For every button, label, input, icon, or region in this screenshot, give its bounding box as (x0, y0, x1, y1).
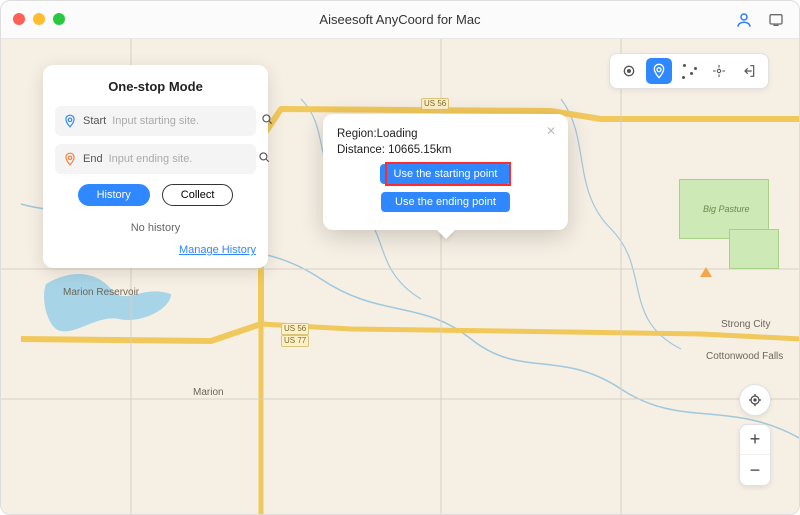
history-button[interactable]: History (78, 184, 150, 206)
city-strong-label: Strong City (721, 319, 770, 330)
end-field: End (55, 144, 256, 174)
end-pin-icon (63, 151, 77, 167)
reservoir-label: Marion Reservoir (63, 287, 139, 298)
start-input[interactable] (112, 115, 254, 127)
start-label: Start (83, 115, 106, 127)
zoom-control: + − (739, 424, 771, 486)
end-input[interactable] (109, 153, 251, 165)
window-controls (13, 13, 65, 25)
minimize-window-button[interactable] (33, 13, 45, 25)
mode-exit-button[interactable] (736, 58, 762, 84)
road-us77-tag: US 77 (281, 335, 309, 347)
end-label: End (83, 153, 103, 165)
city-cottonwood-label: Cottonwood Falls (706, 351, 783, 362)
start-field: Start (55, 106, 256, 136)
zoom-out-button[interactable]: − (740, 455, 770, 485)
road-us56-tag-2: US 56 (421, 98, 449, 110)
mode-joystick-button[interactable] (706, 58, 732, 84)
start-pin-icon (63, 113, 77, 129)
no-history-text: No history (55, 222, 256, 234)
locate-me-button[interactable] (739, 384, 771, 416)
one-stop-panel: One-stop Mode Start End History Collect (43, 65, 268, 268)
map-controls: + − (739, 384, 771, 486)
city-marion-label: Marion (193, 387, 224, 398)
location-popup: ✕ Region:Loading Distance: 10665.15km Us… (323, 114, 568, 230)
use-starting-point-button[interactable]: Use the starting point (380, 164, 512, 184)
use-ending-point-button[interactable]: Use the ending point (381, 192, 510, 212)
app-title: Aiseesoft AnyCoord for Mac (319, 12, 480, 27)
panel-heading: One-stop Mode (55, 79, 256, 94)
account-icon[interactable] (733, 9, 755, 31)
close-window-button[interactable] (13, 13, 25, 25)
start-search-icon[interactable] (260, 112, 274, 131)
end-search-icon[interactable] (257, 150, 271, 169)
popup-region-line: Region:Loading (337, 128, 554, 140)
mode-teleport-button[interactable] (616, 58, 642, 84)
fullscreen-window-button[interactable] (53, 13, 65, 25)
park-area-ext (729, 229, 779, 269)
popup-close-icon[interactable]: ✕ (546, 124, 556, 138)
mode-toolbar (609, 53, 769, 89)
mode-onestop-button[interactable] (646, 58, 672, 84)
park-label: Big Pasture (703, 204, 750, 214)
titlebar: Aiseesoft AnyCoord for Mac (1, 1, 799, 39)
collect-button[interactable]: Collect (162, 184, 234, 206)
road-us56-tag-1: US 56 (281, 323, 309, 335)
feedback-icon[interactable] (765, 9, 787, 31)
zoom-in-button[interactable]: + (740, 425, 770, 455)
popup-distance-line: Distance: 10665.15km (337, 144, 554, 156)
app-window: Aiseesoft AnyCoord for Mac (0, 0, 800, 515)
mode-multistop-button[interactable] (676, 58, 702, 84)
manage-history-link[interactable]: Manage History (55, 244, 256, 256)
